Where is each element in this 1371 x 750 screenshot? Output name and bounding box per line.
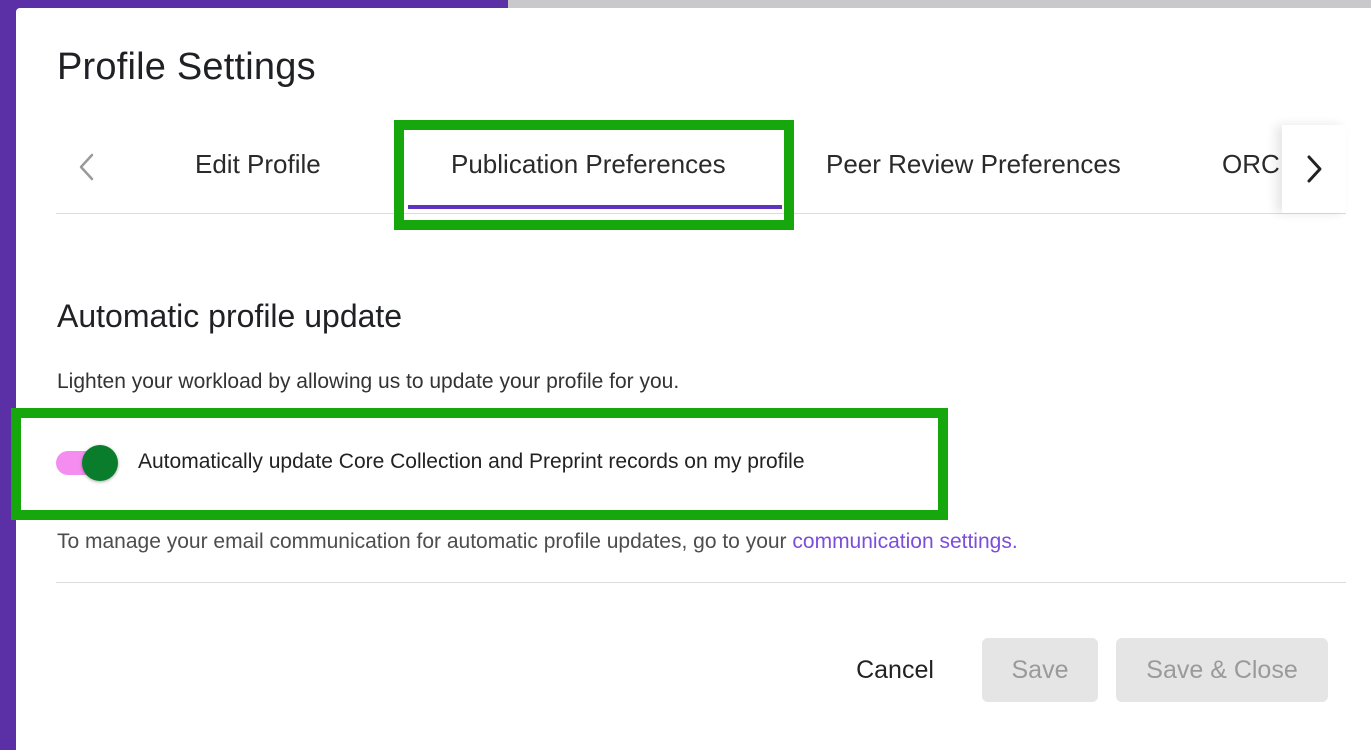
tab-bar: Edit Profile Publication Preferences Pee… [56, 125, 1346, 214]
communication-note: To manage your email communication for a… [57, 530, 1018, 554]
section-description: Lighten your workload by allowing us to … [57, 370, 680, 393]
tab-edit-profile[interactable]: Edit Profile [195, 149, 321, 189]
tab-orcid[interactable]: ORCID [1222, 149, 1282, 189]
background-window-strip [508, 0, 1371, 8]
tab-orcid-clip: ORCID [1222, 149, 1282, 189]
tab-scroll-right-button[interactable] [1282, 125, 1346, 213]
chevron-left-icon [79, 153, 94, 181]
save-close-button[interactable]: Save & Close [1116, 638, 1328, 702]
active-tab-indicator [408, 205, 782, 209]
chevron-right-icon [1307, 155, 1322, 183]
save-button[interactable]: Save [982, 638, 1098, 702]
auto-update-toggle[interactable] [56, 445, 120, 481]
communication-settings-link[interactable]: communication settings. [792, 530, 1017, 553]
tab-peer-review-preferences[interactable]: Peer Review Preferences [826, 149, 1121, 189]
page-title: Profile Settings [57, 46, 316, 88]
communication-note-text: To manage your email communication for a… [57, 530, 793, 553]
auto-update-toggle-label: Automatically update Core Collection and… [138, 450, 805, 473]
tab-publication-preferences[interactable]: Publication Preferences [451, 149, 726, 189]
section-title: Automatic profile update [57, 298, 403, 334]
cancel-button[interactable]: Cancel [840, 638, 950, 702]
tab-scroll-left-button[interactable] [70, 147, 104, 187]
toggle-knob [82, 445, 118, 481]
footer-divider [56, 582, 1346, 583]
